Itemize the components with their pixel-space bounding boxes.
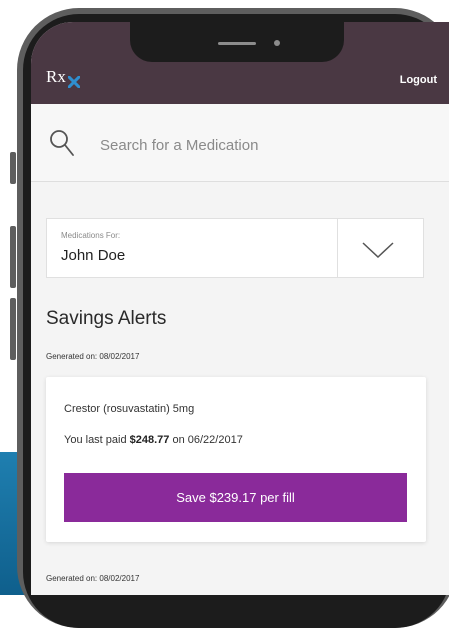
chevron-down-icon[interactable] [362, 242, 394, 258]
app-screen: Rx Logout Search for a Medication Medica… [31, 22, 449, 595]
medications-for-label: Medications For: [61, 231, 121, 240]
last-paid-prefix: You last paid [64, 434, 130, 446]
search-input[interactable]: Search for a Medication [100, 137, 258, 154]
last-paid-text: You last paid $248.77 on 06/22/2017 [64, 434, 243, 446]
front-camera [274, 40, 280, 46]
medications-for-value[interactable]: Medications For: John Doe [47, 219, 338, 277]
alert-generated-date: Generated on: 08/02/2017 [46, 352, 140, 361]
mute-switch [10, 152, 16, 184]
medications-for-select[interactable]: Medications For: John Doe [46, 218, 424, 278]
phone-notch [130, 22, 344, 62]
patient-name: John Doe [61, 247, 126, 264]
save-per-fill-button[interactable]: Save $239.17 per fill [64, 473, 407, 522]
savings-alert-card: Crestor (rosuvastatin) 5mg You last paid… [46, 377, 426, 542]
alert-generated-date-2: Generated on: 08/02/2017 [46, 574, 140, 583]
volume-up-button [10, 226, 16, 288]
volume-down-button [10, 298, 16, 360]
last-paid-date: on 06/22/2017 [169, 434, 243, 446]
speaker-grille [218, 42, 256, 45]
last-paid-amount: $248.77 [129, 434, 170, 446]
drug-name: Crestor (rosuvastatin) 5mg [64, 403, 195, 415]
rx-logo-icon [68, 76, 80, 88]
savings-alerts-heading: Savings Alerts [46, 308, 167, 329]
logout-button[interactable]: Logout [400, 74, 437, 86]
rx-logo[interactable]: Rx [46, 67, 66, 87]
search-bar[interactable]: Search for a Medication [31, 104, 449, 182]
search-icon[interactable] [49, 129, 75, 157]
